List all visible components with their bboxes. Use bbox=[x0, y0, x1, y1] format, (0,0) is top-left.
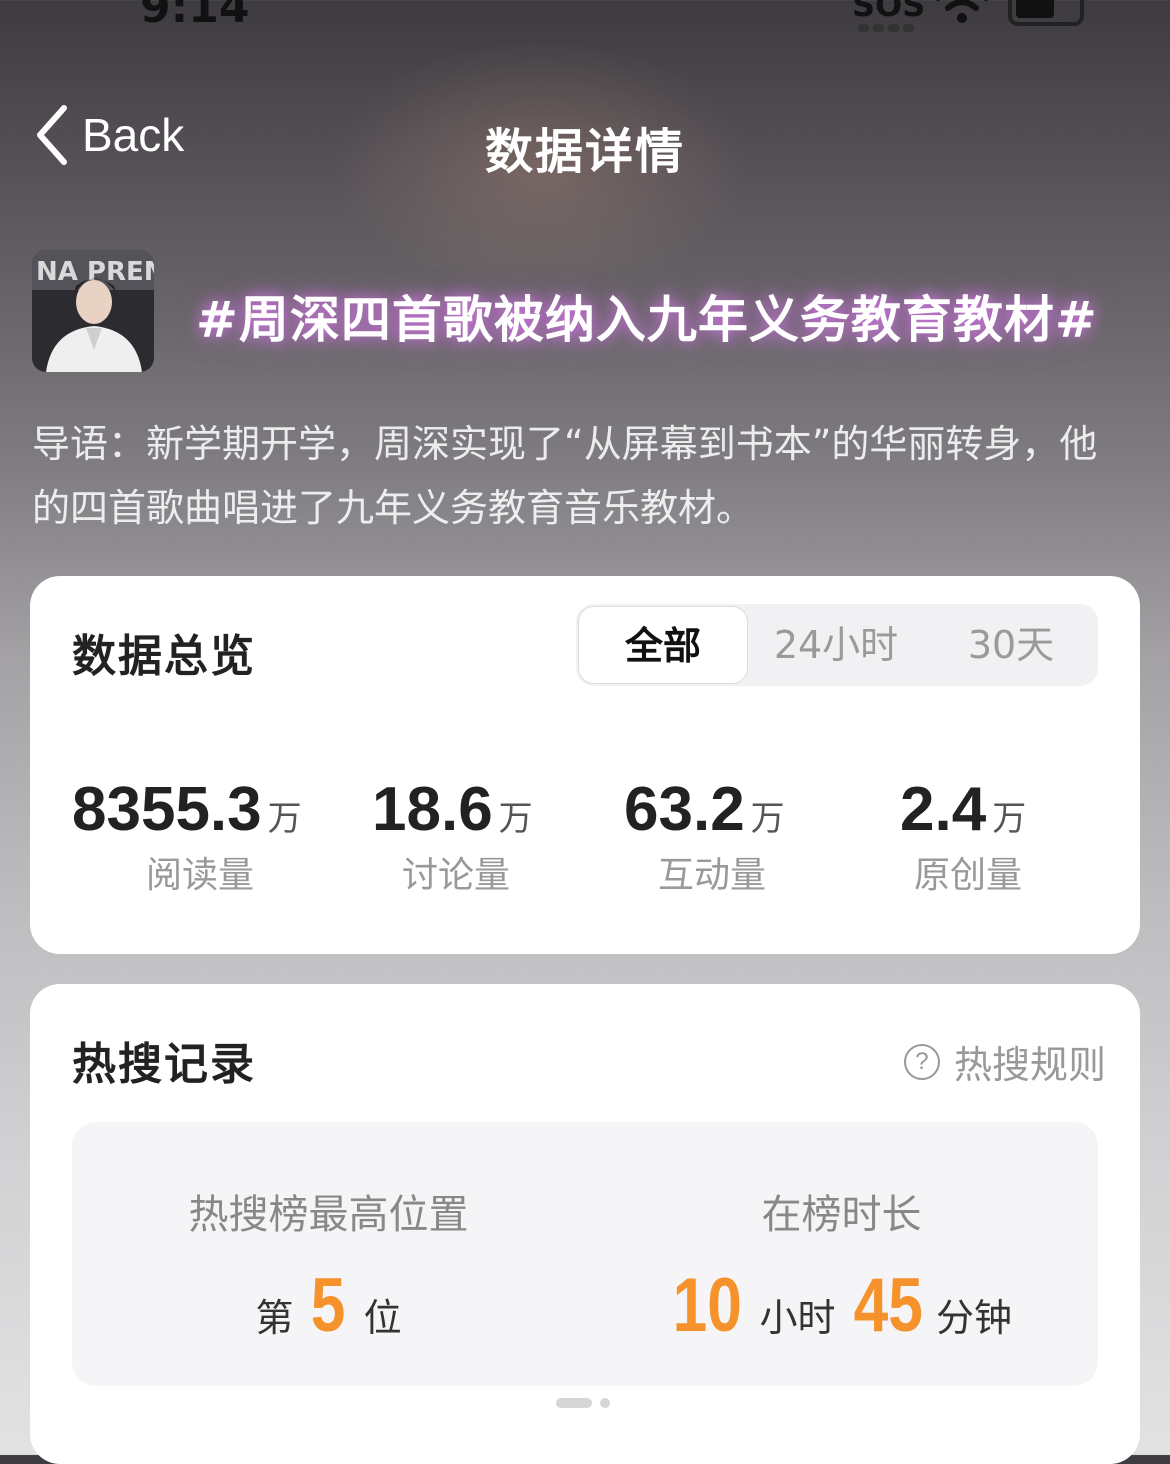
stat-label: 阅读量 bbox=[146, 855, 255, 896]
stat-label: 原创量 bbox=[914, 855, 1023, 896]
duration-block: 在榜时长 10 小时 45 分钟 bbox=[585, 1122, 1098, 1386]
stat-originals: 2.4 万 原创量 bbox=[900, 774, 1027, 896]
stat-unit: 万 bbox=[498, 799, 533, 839]
stat-unit: 万 bbox=[992, 799, 1027, 839]
stat-value: 2.4 bbox=[900, 775, 987, 844]
topic-intro: 导语：新学期开学，周深实现了“从屏幕到书本”的华丽转身，他的四首歌曲唱进了九年义… bbox=[32, 422, 1098, 530]
wifi-icon bbox=[935, 0, 989, 23]
page-indicator bbox=[556, 1398, 610, 1408]
stat-label: 互动量 bbox=[658, 855, 767, 896]
rank-suffix: 位 bbox=[363, 1296, 402, 1340]
duration-minutes: 45 bbox=[853, 1263, 923, 1348]
question-circle-icon: ? bbox=[903, 1043, 940, 1080]
hot-search-rules-link[interactable]: ? 热搜规则 bbox=[903, 1034, 1106, 1089]
rank-number: 5 bbox=[311, 1263, 346, 1348]
overview-card: 数据总览 全部 24小时 30天 8355.3 万 阅读量 18.6 万 讨论量 6… bbox=[30, 576, 1140, 954]
tab-30d[interactable]: 30天 bbox=[926, 604, 1096, 686]
rank-prefix: 第 bbox=[255, 1296, 294, 1340]
hot-search-card: 热搜记录 ? 热搜规则 热搜榜最高位置 第 5 位 在榜时长 10 小时 45 … bbox=[30, 984, 1140, 1464]
hot-search-rules-label: 热搜规则 bbox=[953, 1043, 1106, 1087]
page-title: 数据详情 bbox=[484, 124, 685, 180]
topic-avatar[interactable]: NA PREMI bbox=[32, 250, 154, 372]
duration-label: 在榜时长 bbox=[761, 1192, 922, 1238]
stat-unit: 万 bbox=[750, 799, 785, 839]
hot-search-title: 热搜记录 bbox=[72, 1039, 256, 1090]
duration-hours-unit: 小时 bbox=[759, 1296, 836, 1340]
stat-discussions: 18.6 万 讨论量 bbox=[372, 774, 533, 896]
highest-position-block: 热搜榜最高位置 第 5 位 bbox=[72, 1122, 585, 1386]
battery-icon bbox=[1008, 0, 1084, 26]
stat-reads: 8355.3 万 阅读量 bbox=[72, 774, 302, 896]
tab-all[interactable]: 全部 bbox=[578, 606, 748, 684]
sos-indicator: SOS bbox=[852, 0, 926, 24]
duration-minutes-unit: 分钟 bbox=[936, 1296, 1013, 1340]
status-bar: 9:14 SOS bbox=[0, 0, 1170, 40]
duration-value: 10 小时 45 分钟 bbox=[585, 1262, 1098, 1349]
stat-value: 18.6 bbox=[372, 775, 493, 844]
page-dot bbox=[600, 1398, 610, 1408]
page-dot-active bbox=[556, 1398, 592, 1408]
time-range-tabs: 全部 24小时 30天 bbox=[576, 604, 1098, 686]
highest-position-value: 第 5 位 bbox=[72, 1262, 585, 1349]
tab-24h[interactable]: 24小时 bbox=[756, 604, 916, 686]
stat-unit: 万 bbox=[267, 799, 302, 839]
signal-dots-icon bbox=[858, 24, 914, 32]
stat-label: 讨论量 bbox=[402, 855, 511, 896]
duration-hours: 10 bbox=[672, 1263, 742, 1348]
stat-value: 8355.3 bbox=[72, 775, 262, 844]
stat-interactions: 63.2 万 互动量 bbox=[624, 774, 785, 896]
topic-title[interactable]: #周深四首歌被纳入九年义务教育教材# bbox=[196, 280, 1098, 352]
highest-position-label: 热搜榜最高位置 bbox=[188, 1192, 469, 1238]
status-time: 9:14 bbox=[140, 0, 250, 33]
overview-title: 数据总览 bbox=[72, 631, 256, 682]
stat-value: 63.2 bbox=[624, 775, 745, 844]
hot-search-panel: 热搜榜最高位置 第 5 位 在榜时长 10 小时 45 分钟 bbox=[72, 1122, 1098, 1386]
